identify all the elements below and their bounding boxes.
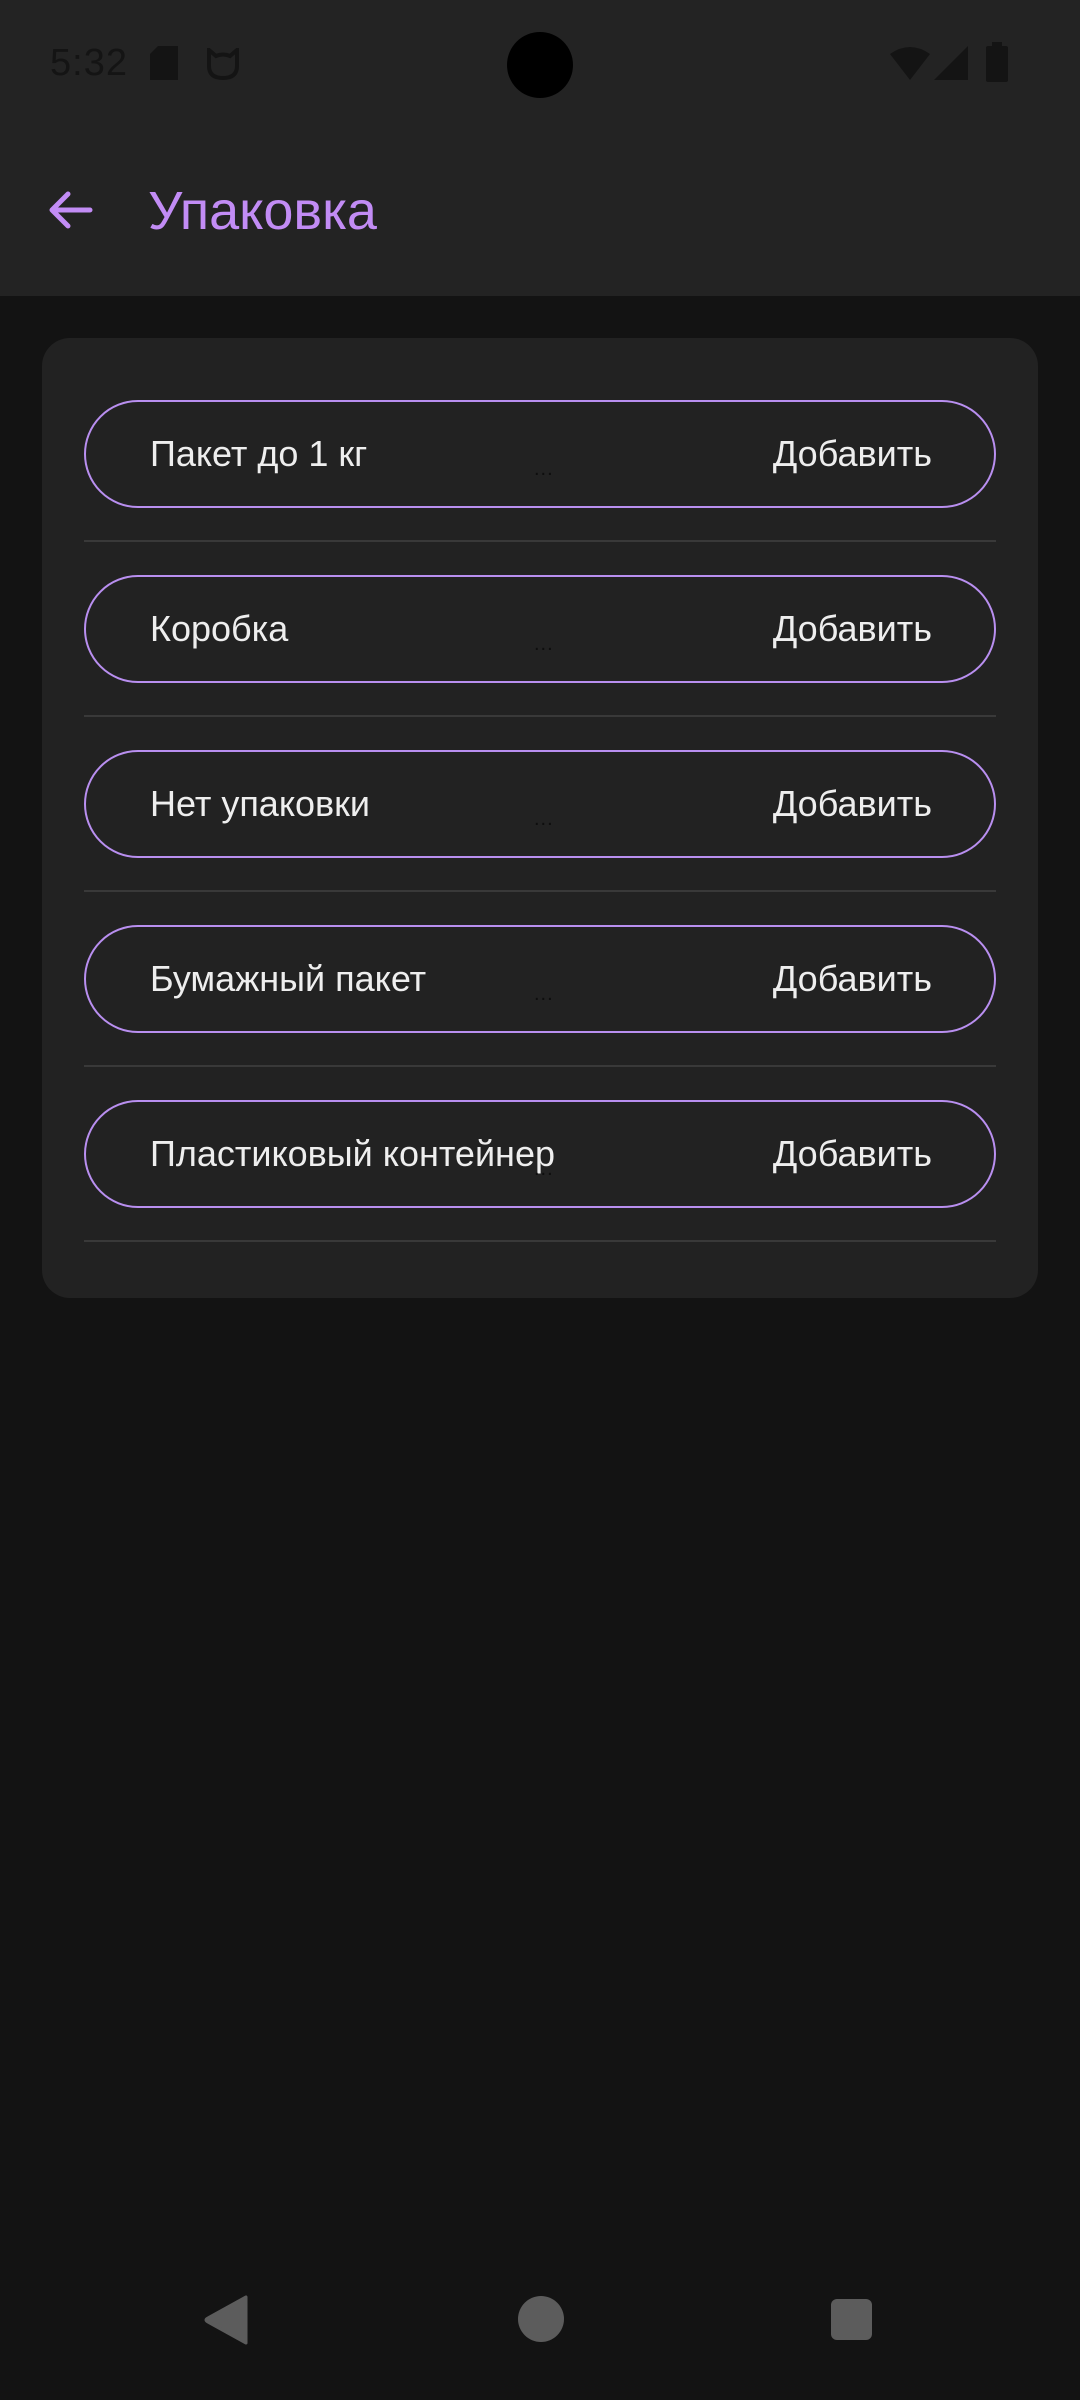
packaging-option-label: Бумажный пакет bbox=[150, 958, 427, 999]
dots-indicator: ... bbox=[534, 1158, 554, 1180]
packaging-option-button[interactable]: Бумажный пакет ... Добавить bbox=[84, 925, 996, 1033]
dots-indicator: ... bbox=[534, 808, 554, 830]
divider bbox=[84, 890, 996, 892]
list-item: Нет упаковки ... Добавить bbox=[84, 750, 996, 925]
divider bbox=[84, 540, 996, 542]
add-label: Добавить bbox=[772, 433, 932, 474]
dots-indicator: ... bbox=[534, 983, 554, 1005]
packaging-option-label: Пакет до 1 кг bbox=[150, 433, 368, 474]
add-label: Добавить bbox=[772, 958, 932, 999]
packaging-option-button[interactable]: Коробка ... Добавить bbox=[84, 575, 996, 683]
list-item: Пластиковый контейнер ... Добавить bbox=[84, 1100, 996, 1275]
list-item: Бумажный пакет ... Добавить bbox=[84, 925, 996, 1100]
dots-indicator: ... bbox=[534, 633, 554, 655]
packaging-option-label: Нет упаковки bbox=[150, 783, 370, 824]
add-label: Добавить bbox=[772, 1133, 932, 1174]
packaging-option-button[interactable]: Нет упаковки ... Добавить bbox=[84, 750, 996, 858]
nav-home-icon[interactable] bbox=[518, 2296, 564, 2342]
cat-icon bbox=[207, 48, 239, 80]
packaging-option-button[interactable]: Пластиковый контейнер ... Добавить bbox=[84, 1100, 996, 1208]
battery-icon bbox=[986, 42, 1008, 82]
dots-indicator: ... bbox=[534, 458, 554, 480]
packaging-card: Пакет до 1 кг ... Добавить Коробка ... Д… bbox=[42, 338, 1038, 1298]
nav-back-icon[interactable] bbox=[204, 2295, 248, 2345]
add-label: Добавить bbox=[772, 783, 932, 824]
front-camera bbox=[507, 32, 573, 98]
app-bar: Упаковка bbox=[0, 130, 1080, 296]
page-title: Упаковка bbox=[148, 181, 377, 241]
list-item: Коробка ... Добавить bbox=[84, 575, 996, 750]
status-bar: 5:32 bbox=[0, 0, 1080, 130]
system-nav-bar bbox=[0, 2270, 1080, 2400]
packaging-option-button[interactable]: Пакет до 1 кг ... Добавить bbox=[84, 400, 996, 508]
packaging-option-label: Коробка bbox=[150, 608, 289, 649]
packaging-option-label: Пластиковый контейнер bbox=[150, 1133, 555, 1174]
signal-icon bbox=[934, 46, 968, 80]
back-button[interactable] bbox=[30, 170, 110, 250]
divider bbox=[84, 715, 996, 717]
add-label: Добавить bbox=[772, 608, 932, 649]
wifi-icon bbox=[890, 47, 930, 80]
status-time: 5:32 bbox=[50, 42, 128, 84]
list-item: Пакет до 1 кг ... Добавить bbox=[84, 400, 996, 575]
divider bbox=[84, 1065, 996, 1067]
nav-recents-icon[interactable] bbox=[831, 2299, 872, 2340]
sd-card-icon bbox=[150, 46, 178, 80]
divider bbox=[84, 1240, 996, 1242]
arrow-left-icon bbox=[49, 191, 93, 229]
